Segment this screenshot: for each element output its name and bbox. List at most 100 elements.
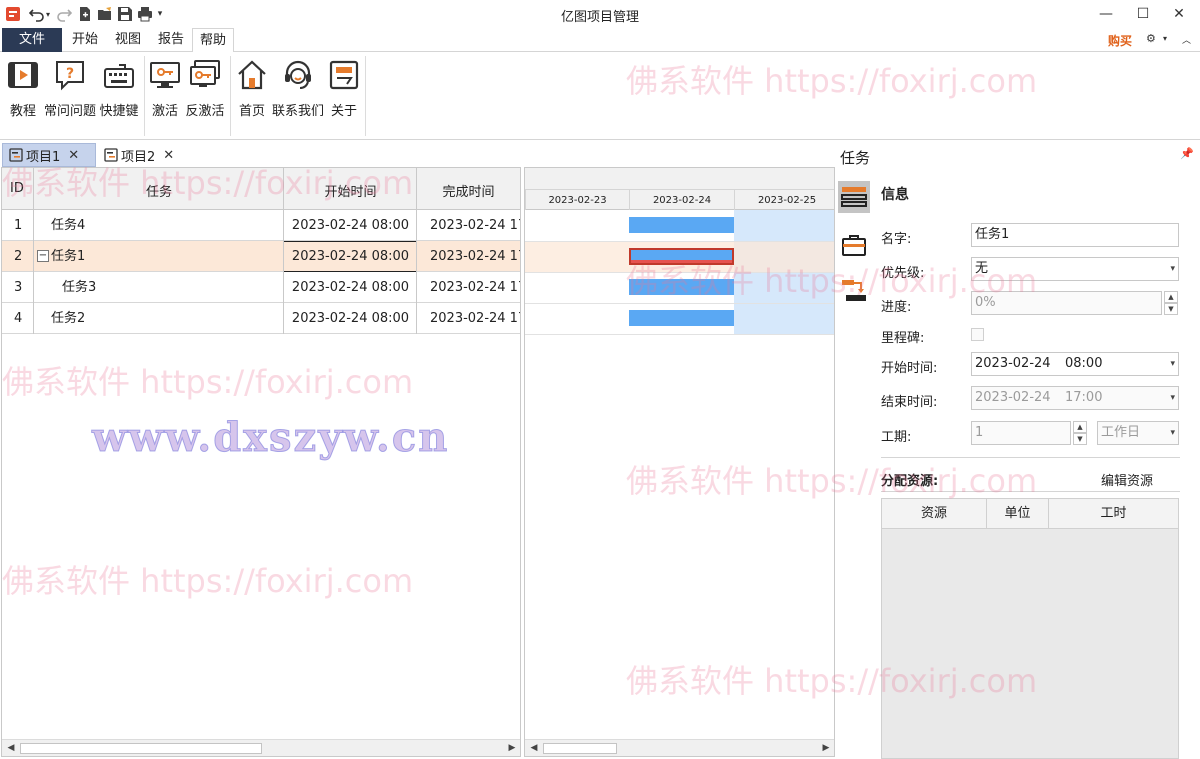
buy-link[interactable]: 购买	[1108, 32, 1132, 49]
row-task[interactable]: 任务3	[62, 272, 96, 303]
ribbon-separator	[230, 56, 231, 136]
row-task[interactable]: 任务1	[51, 241, 85, 272]
row-start[interactable]: 2023-02-24 08:00	[284, 241, 417, 272]
row-finish[interactable]: 2023-02-24 17:00	[430, 241, 520, 272]
task-bar-task4[interactable]	[629, 217, 734, 233]
milestone-checkbox[interactable]	[971, 328, 984, 341]
faq-question-icon: ?	[53, 58, 87, 92]
row-task[interactable]: 任务4	[51, 210, 85, 241]
unit-column-header[interactable]: 单位	[987, 499, 1049, 529]
watermark: 佛系软件 https://foxirj.com	[626, 462, 1038, 500]
row-start[interactable]: 2023-02-24 08:00	[284, 272, 417, 303]
row-task[interactable]: 任务2	[51, 303, 85, 334]
resource-table: 资源 单位 工时	[881, 498, 1179, 759]
gantt-date: 2023-02-25	[734, 189, 834, 210]
info-section-title: 信息	[881, 187, 909, 203]
settings-icon[interactable]: ⚙	[1146, 32, 1156, 45]
deactivate-label: 反激活	[185, 104, 225, 119]
chevron-down-icon: ▾	[1170, 359, 1175, 369]
settings-dropdown-icon[interactable]: ▾	[1163, 34, 1167, 43]
duration-unit-select[interactable]: 工作日 ▾	[1097, 421, 1179, 445]
tab-report[interactable]: 报告	[150, 28, 192, 52]
scroll-left-icon[interactable]: ◀	[3, 740, 19, 756]
tutorial-button[interactable]: 教程	[6, 58, 40, 119]
duration-field[interactable]: 1	[971, 421, 1071, 445]
tab-help[interactable]: 帮助	[192, 28, 234, 53]
deactivate-button[interactable]: 反激活	[185, 58, 225, 119]
tab-start[interactable]: 开始	[64, 28, 106, 52]
row-id: 1	[14, 218, 23, 233]
tab-view[interactable]: 视图	[107, 28, 149, 52]
duration-stepper[interactable]: ▲ ▼	[1073, 421, 1087, 445]
duration-label: 工期:	[881, 430, 912, 445]
chevron-down-icon: ▾	[1170, 393, 1175, 403]
table-row-selected[interactable]: 2 − 任务1 2023-02-24 08:00 2023-02-24 17:0…	[2, 241, 520, 272]
name-label: 名字:	[881, 232, 912, 247]
end-time-value: 17:00	[1065, 390, 1103, 405]
scroll-left-icon[interactable]: ◀	[526, 740, 542, 756]
activate-label: 激活	[151, 104, 178, 119]
task-panel-button[interactable]	[838, 181, 870, 213]
scroll-thumb[interactable]	[20, 743, 262, 754]
activate-button[interactable]: 激活	[148, 58, 182, 119]
work-column-header[interactable]: 工时	[1049, 499, 1178, 529]
minimize-button[interactable]: —	[1096, 4, 1116, 24]
table-row[interactable]: 3 任务3 2023-02-24 08:00 2023-02-24 17:00	[2, 272, 520, 303]
gantt-horizontal-scrollbar[interactable]: ◀ ▶	[525, 739, 834, 756]
progress-stepper[interactable]: ▲ ▼	[1164, 291, 1178, 315]
edit-resources-button[interactable]: 编辑资源	[1101, 470, 1153, 489]
briefcase-icon	[842, 235, 866, 256]
shortcut-label: 快捷键	[99, 104, 139, 119]
row-id: 2	[14, 249, 23, 264]
collapse-toggle-icon[interactable]: −	[37, 250, 49, 262]
menu-tabs: 文件 开始 视图 报告 帮助 购买 ⚙ ▾ ︿	[0, 28, 1200, 53]
contact-button[interactable]: 联系我们	[272, 58, 324, 119]
start-time-picker[interactable]: 2023-02-24 08:00 ▾	[971, 352, 1179, 376]
home-button[interactable]: 首页	[236, 58, 268, 119]
deactivate-key-icon	[188, 58, 222, 92]
row-line	[525, 334, 834, 335]
task-bar-task2[interactable]	[629, 310, 734, 326]
row-start[interactable]: 2023-02-24 08:00	[284, 210, 417, 241]
row-finish[interactable]: 2023-02-24 17:00	[430, 210, 520, 241]
resource-column-header[interactable]: 资源	[882, 499, 987, 529]
duration-unit-value: 工作日	[1101, 425, 1141, 440]
watermark: 佛系软件 https://foxirj.com	[2, 164, 414, 202]
about-icon	[327, 58, 361, 92]
gantt-date: 2023-02-24	[629, 189, 734, 210]
close-button[interactable]: ✕	[1169, 4, 1189, 24]
home-icon	[235, 58, 269, 92]
shortcut-button[interactable]: 快捷键	[99, 58, 139, 119]
row-start[interactable]: 2023-02-24 08:00	[284, 303, 417, 334]
name-field[interactable]: 任务1	[971, 223, 1179, 247]
table-row[interactable]: 1 任务4 2023-02-24 08:00 2023-02-24 17:00	[2, 210, 520, 241]
watermark: 佛系软件 https://foxirj.com	[626, 62, 1038, 100]
row-id: 4	[14, 311, 23, 326]
maximize-button[interactable]: ☐	[1133, 4, 1153, 24]
home-label: 首页	[238, 104, 265, 119]
column-header-finish[interactable]: 完成时间	[417, 181, 520, 200]
scroll-right-icon[interactable]: ▶	[504, 740, 520, 756]
table-row[interactable]: 4 任务2 2023-02-24 08:00 2023-02-24 17:00	[2, 303, 520, 334]
about-button[interactable]: 关于	[328, 58, 360, 119]
end-time-picker[interactable]: 2023-02-24 17:00 ▾	[971, 386, 1179, 410]
faq-button[interactable]: ? 常问问题	[44, 58, 96, 119]
gantt-date: 2023-02-23	[525, 189, 629, 210]
watermark: 佛系软件 https://foxirj.com	[2, 562, 414, 600]
grid-horizontal-scrollbar[interactable]: ◀ ▶	[2, 739, 520, 756]
collapse-ribbon-icon[interactable]: ︿	[1182, 33, 1191, 46]
scroll-thumb[interactable]	[543, 743, 617, 754]
url-watermark: www.dxszyw.cn	[91, 414, 450, 462]
row-finish[interactable]: 2023-02-24 17:00	[430, 303, 520, 334]
pin-icon[interactable]: 📌	[1180, 147, 1194, 160]
row-finish[interactable]: 2023-02-24 17:00	[430, 272, 520, 303]
window-title: 亿图项目管理	[560, 10, 639, 25]
column-divider	[416, 168, 417, 334]
title-bar: ▾ ▾ 亿图项目管理 — ☐ ✕	[0, 0, 1200, 28]
milestone-label: 里程碑:	[881, 331, 925, 346]
file-menu[interactable]: 文件	[2, 28, 62, 52]
headset-icon	[281, 58, 315, 92]
scroll-right-icon[interactable]: ▶	[818, 740, 834, 756]
keyboard-icon	[102, 58, 136, 92]
end-time-label: 结束时间:	[881, 395, 938, 410]
